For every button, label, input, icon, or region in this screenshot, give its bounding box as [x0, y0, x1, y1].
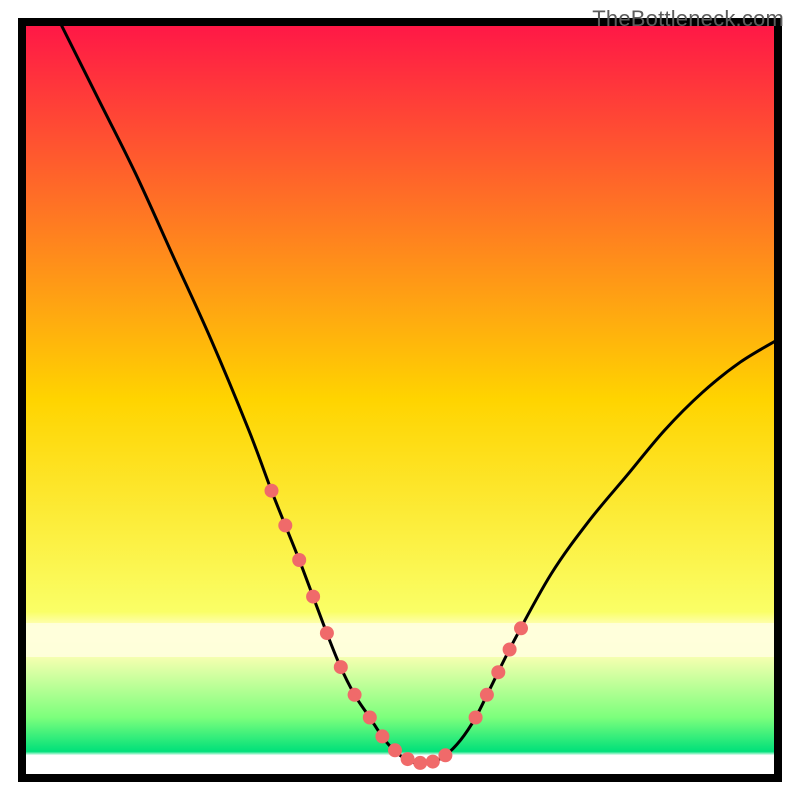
curve-dot — [438, 748, 452, 762]
curve-dot — [491, 665, 505, 679]
curve-dot — [514, 621, 528, 635]
curve-dot — [265, 484, 279, 498]
curve-dot — [503, 643, 517, 657]
curve-dot — [363, 711, 377, 725]
curve-dot — [306, 590, 320, 604]
curve-dot — [469, 711, 483, 725]
curve-dot — [334, 660, 348, 674]
curve-dot — [278, 518, 292, 532]
curve-dot — [388, 743, 402, 757]
curve-dot — [426, 755, 440, 769]
curve-dot — [375, 729, 389, 743]
watermark-text: TheBottleneck.com — [592, 6, 784, 32]
chart-stage: TheBottleneck.com — [0, 0, 800, 800]
curve-dot — [401, 752, 415, 766]
curve-dot — [320, 626, 334, 640]
bottleneck-chart — [0, 0, 800, 800]
curve-dot — [480, 688, 494, 702]
curve-dot — [413, 756, 427, 770]
plot-background — [22, 22, 778, 778]
curve-dot — [348, 688, 362, 702]
pale-band — [22, 623, 778, 657]
curve-dot — [292, 553, 306, 567]
